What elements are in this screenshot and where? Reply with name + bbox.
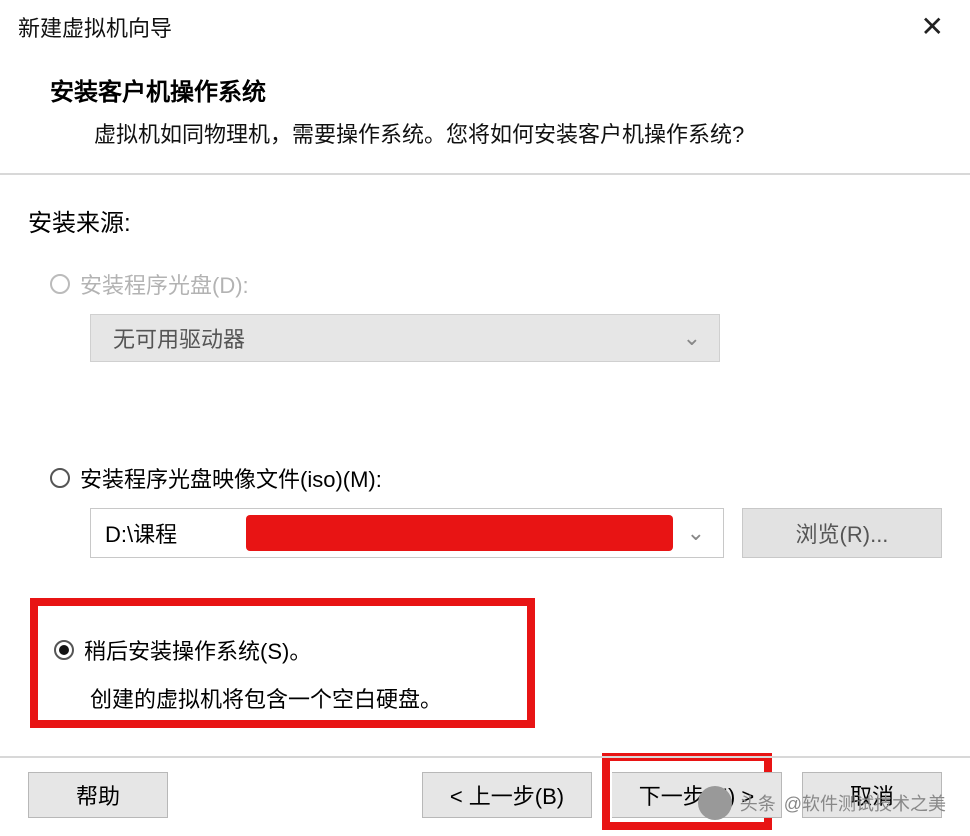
watermark-icon	[698, 786, 732, 820]
wizard-body: 安装来源: 安装程序光盘(D): 无可用驱动器 ⌄ 安装程序光盘映像文件(iso…	[0, 175, 970, 724]
wizard-header: 安装客户机操作系统 虚拟机如同物理机，需要操作系统。您将如何安装客户机操作系统?	[0, 50, 970, 175]
source-label: 安装来源:	[28, 203, 942, 238]
radio-later-label: 稍后安装操作系统(S)。	[84, 634, 311, 666]
radio-later-icon	[54, 640, 74, 660]
later-subtext: 创建的虚拟机将包含一个空白硬盘。	[90, 682, 942, 714]
radio-disc-row[interactable]: 安装程序光盘(D):	[50, 268, 942, 300]
titlebar: 新建虚拟机向导 ✕	[0, 0, 970, 50]
watermark-text: @软件测试技术之美	[784, 790, 946, 816]
disc-dropdown[interactable]: 无可用驱动器 ⌄	[90, 314, 720, 362]
option-iso: 安装程序光盘映像文件(iso)(M): D:\课程 ⌄ 浏览(R)...	[50, 462, 942, 558]
watermark-prefix: 头条	[740, 790, 776, 816]
radio-iso-label: 安装程序光盘映像文件(iso)(M):	[80, 462, 382, 494]
close-icon[interactable]: ✕	[913, 10, 952, 43]
window-title: 新建虚拟机向导	[18, 11, 172, 43]
option-later: 稍后安装操作系统(S)。 创建的虚拟机将包含一个空白硬盘。	[54, 634, 942, 714]
help-label: 帮助	[76, 779, 120, 811]
radio-later-row[interactable]: 稍后安装操作系统(S)。	[54, 634, 942, 666]
browse-button[interactable]: 浏览(R)...	[742, 508, 942, 558]
radio-disc-label: 安装程序光盘(D):	[80, 268, 249, 300]
help-button[interactable]: 帮助	[28, 772, 168, 818]
radio-iso-row[interactable]: 安装程序光盘映像文件(iso)(M):	[50, 462, 942, 494]
chevron-down-icon: ⌄	[687, 520, 705, 546]
redacted-overlay	[246, 515, 673, 551]
header-heading: 安装客户机操作系统	[50, 72, 952, 107]
chevron-down-icon: ⌄	[683, 325, 701, 351]
disc-dropdown-value: 无可用驱动器	[113, 322, 245, 354]
iso-path-input[interactable]: D:\课程 ⌄	[90, 508, 724, 558]
back-button[interactable]: < 上一步(B)	[422, 772, 592, 818]
header-subheading: 虚拟机如同物理机，需要操作系统。您将如何安装客户机操作系统?	[50, 117, 952, 149]
radio-iso-icon	[50, 468, 70, 488]
iso-path-value: D:\课程	[105, 517, 177, 549]
browse-label: 浏览(R)...	[796, 517, 889, 549]
option-disc: 安装程序光盘(D): 无可用驱动器 ⌄	[50, 268, 942, 362]
back-label: < 上一步(B)	[450, 779, 564, 811]
watermark: 头条 @软件测试技术之美	[698, 786, 946, 820]
radio-disc-icon	[50, 274, 70, 294]
